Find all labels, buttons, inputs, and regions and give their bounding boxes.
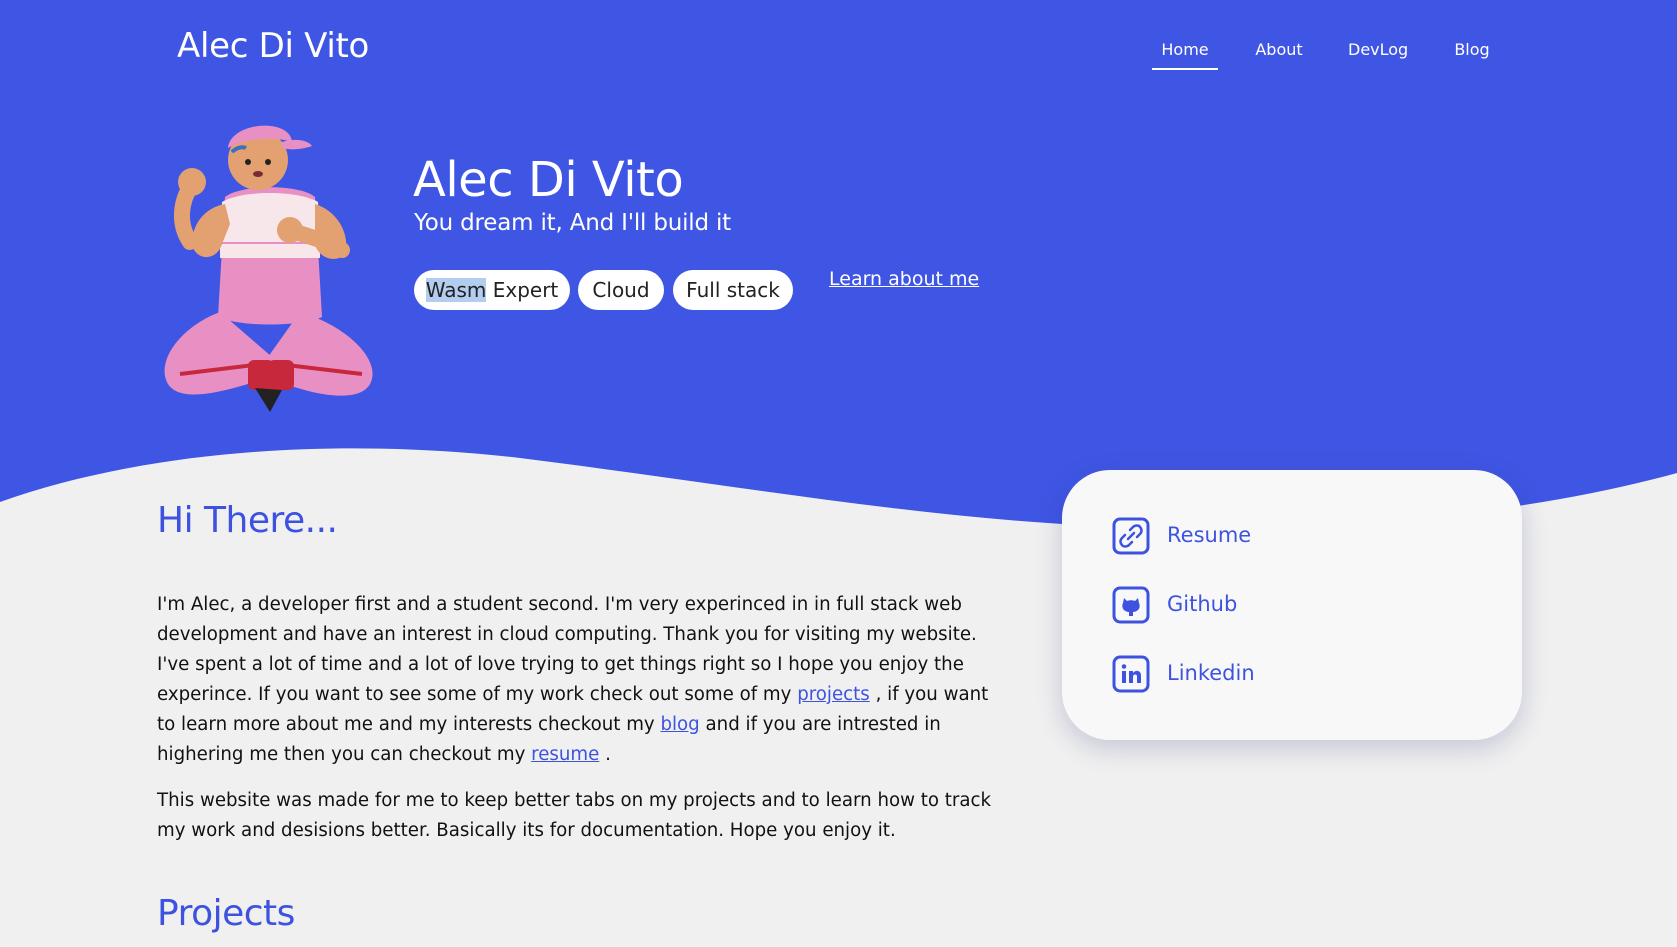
page: Alec Di Vito Home About DevLog Blog Alec… (0, 0, 1677, 947)
site-title[interactable]: Alec Di Vito (177, 26, 369, 66)
github-icon (1112, 586, 1150, 624)
projects-link[interactable]: projects (797, 684, 870, 705)
selected-text: Wasm (425, 278, 487, 302)
intro-body: I'm Alec, a developer first and a studen… (157, 590, 1007, 862)
chip-wasm-expert: Wasm Expert (414, 270, 570, 310)
resume-link[interactable]: resume (531, 744, 599, 765)
nav-about[interactable]: About (1254, 40, 1304, 68)
linkedin-icon (1112, 655, 1150, 693)
nav-home[interactable]: Home (1152, 40, 1218, 70)
resume-label: Resume (1167, 523, 1252, 547)
intro-heading: Hi There... (157, 500, 338, 541)
chip-cloud: Cloud (578, 270, 664, 310)
nav-devlog[interactable]: DevLog (1348, 40, 1408, 68)
blog-link[interactable]: blog (660, 714, 699, 735)
link-icon (1112, 517, 1150, 555)
hero-tagline: You dream it, And I'll build it (414, 210, 731, 236)
github-label: Github (1167, 592, 1238, 616)
projects-heading: Projects (157, 893, 295, 934)
hero-name: Alec Di Vito (413, 152, 684, 208)
avatar-illustration (164, 125, 373, 412)
main-nav: Home About DevLog Blog (1140, 40, 1520, 70)
learn-about-me-link[interactable]: Learn about me (829, 268, 979, 290)
links-card: Resume Github Linkedin (1062, 470, 1522, 740)
nav-blog[interactable]: Blog (1452, 40, 1492, 68)
chip-full-stack: Full stack (673, 270, 793, 310)
linkedin-label: Linkedin (1167, 661, 1255, 685)
intro-paragraph: I'm Alec, a developer first and a studen… (157, 590, 1007, 770)
documentation-paragraph: This website was made for me to keep bet… (157, 790, 992, 841)
chip-label: Expert (486, 278, 559, 302)
intro-text: . (599, 744, 611, 765)
